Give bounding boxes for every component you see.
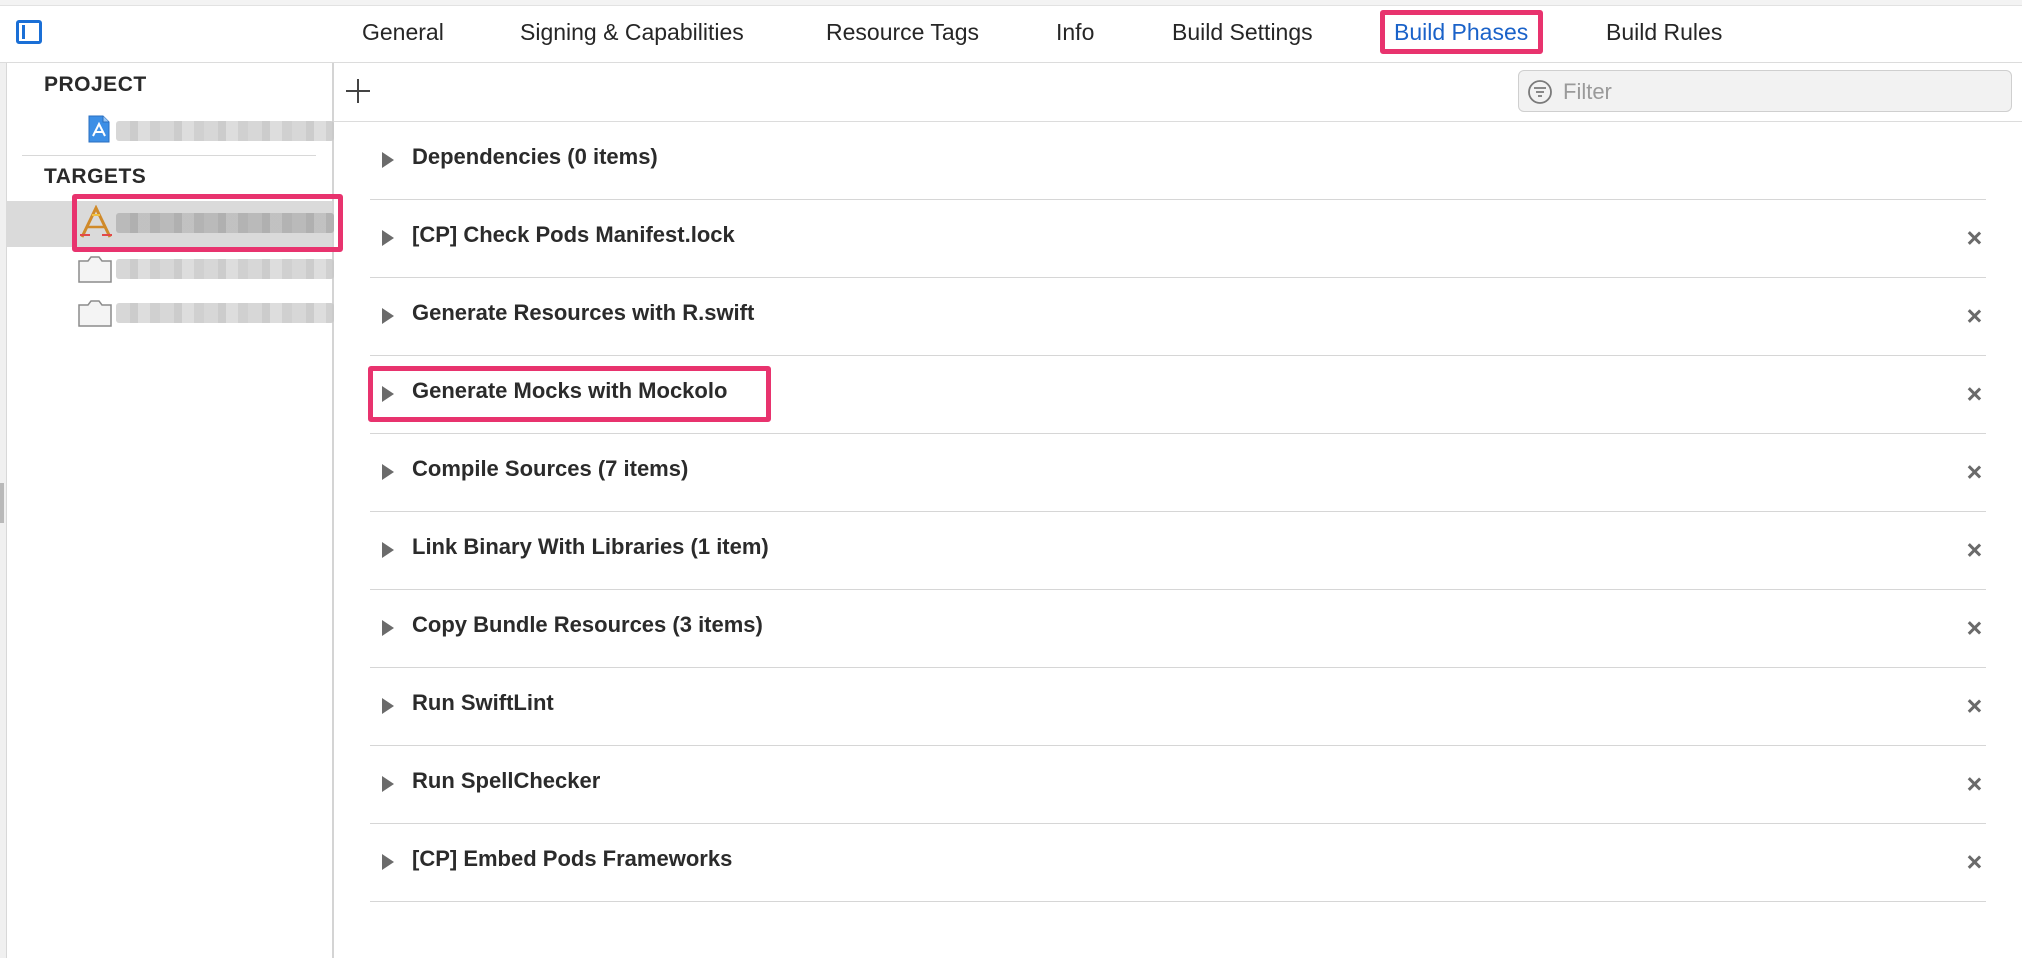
phase-row-run-swiftlint[interactable]: Run SwiftLint xyxy=(370,668,1986,746)
phase-row-link-binary[interactable]: Link Binary With Libraries (1 item) xyxy=(370,512,1986,590)
bundle-target-icon xyxy=(78,300,112,327)
target-item-app[interactable] xyxy=(6,201,334,247)
close-icon[interactable] xyxy=(1964,540,1984,560)
disclosure-triangle-icon[interactable] xyxy=(382,854,394,870)
close-icon[interactable] xyxy=(1964,384,1984,404)
add-build-phase-button[interactable] xyxy=(342,75,374,107)
filter-icon xyxy=(1528,80,1552,104)
project-section-header: PROJECT xyxy=(44,73,147,96)
phase-title: Copy Bundle Resources (3 items) xyxy=(412,612,763,637)
targets-section-header: TARGETS xyxy=(44,165,147,188)
phase-row-check-pods-manifest[interactable]: [CP] Check Pods Manifest.lock xyxy=(370,200,1986,278)
close-icon[interactable] xyxy=(1964,618,1984,638)
phase-title: Run SwiftLint xyxy=(412,690,554,715)
app-target-icon xyxy=(80,205,112,238)
disclosure-triangle-icon[interactable] xyxy=(382,230,394,246)
edge-knob xyxy=(0,483,4,523)
disclosure-triangle-icon[interactable] xyxy=(382,542,394,558)
tab-build-settings[interactable]: Build Settings xyxy=(1172,12,1313,52)
phase-row-generate-resources[interactable]: Generate Resources with R.swift xyxy=(370,278,1986,356)
tab-general[interactable]: General xyxy=(362,12,444,52)
close-icon[interactable] xyxy=(1964,696,1984,716)
phase-title: Run SpellChecker xyxy=(412,768,601,793)
close-icon[interactable] xyxy=(1964,852,1984,872)
disclosure-triangle-icon[interactable] xyxy=(382,698,394,714)
disclosure-triangle-icon[interactable] xyxy=(382,152,394,168)
project-item[interactable] xyxy=(6,109,334,151)
top-edge xyxy=(0,0,2022,6)
phase-title: Generate Resources with R.swift xyxy=(412,300,755,325)
project-name-redacted xyxy=(116,121,334,141)
phase-row-generate-mocks[interactable]: Generate Mocks with Mockolo xyxy=(370,356,1986,434)
filter-input[interactable] xyxy=(1561,75,2005,109)
sidebar-toggle-icon[interactable] xyxy=(16,20,42,44)
close-icon[interactable] xyxy=(1964,774,1984,794)
phase-title: Generate Mocks with Mockolo xyxy=(412,378,728,403)
build-phases-toolbar xyxy=(334,63,2022,122)
disclosure-triangle-icon[interactable] xyxy=(382,308,394,324)
tab-info[interactable]: Info xyxy=(1056,12,1094,52)
phase-row-embed-pods-frameworks[interactable]: [CP] Embed Pods Frameworks xyxy=(370,824,1986,902)
phase-title: [CP] Check Pods Manifest.lock xyxy=(412,222,735,247)
bundle-target-name-redacted xyxy=(116,259,334,279)
phase-row-dependencies[interactable]: Dependencies (0 items) xyxy=(370,122,1986,200)
sidebar-divider xyxy=(22,155,316,156)
phase-title: [CP] Embed Pods Frameworks xyxy=(412,846,733,871)
phase-row-compile-sources[interactable]: Compile Sources (7 items) xyxy=(370,434,1986,512)
target-item-bundle-2[interactable] xyxy=(6,291,334,333)
project-file-icon xyxy=(88,115,110,143)
disclosure-triangle-icon[interactable] xyxy=(382,776,394,792)
target-item-bundle-1[interactable] xyxy=(6,247,334,289)
editor-tab-bar: General Signing & Capabilities Resource … xyxy=(0,0,2022,63)
filter-field[interactable] xyxy=(1518,70,2012,112)
close-icon[interactable] xyxy=(1964,228,1984,248)
tab-signing-capabilities[interactable]: Signing & Capabilities xyxy=(520,12,744,52)
app-target-name-redacted xyxy=(116,213,334,233)
phase-row-copy-bundle-resources[interactable]: Copy Bundle Resources (3 items) xyxy=(370,590,1986,668)
close-icon[interactable] xyxy=(1964,462,1984,482)
phase-row-run-spellchecker[interactable]: Run SpellChecker xyxy=(370,746,1986,824)
bundle-target-icon xyxy=(78,256,112,283)
phase-title: Dependencies (0 items) xyxy=(412,144,658,169)
sidebar-left-edge xyxy=(0,63,7,958)
disclosure-triangle-icon[interactable] xyxy=(382,464,394,480)
bundle-target-name-redacted xyxy=(116,303,334,323)
phase-title: Link Binary With Libraries (1 item) xyxy=(412,534,769,559)
tab-resource-tags[interactable]: Resource Tags xyxy=(826,12,979,52)
close-icon[interactable] xyxy=(1964,306,1984,326)
disclosure-triangle-icon[interactable] xyxy=(382,386,394,402)
tab-build-phases[interactable]: Build Phases xyxy=(1394,12,1528,52)
project-target-sidebar: PROJECT TARGETS xyxy=(0,63,334,958)
tab-build-rules[interactable]: Build Rules xyxy=(1606,12,1722,52)
phase-title: Compile Sources (7 items) xyxy=(412,456,689,481)
disclosure-triangle-icon[interactable] xyxy=(382,620,394,636)
